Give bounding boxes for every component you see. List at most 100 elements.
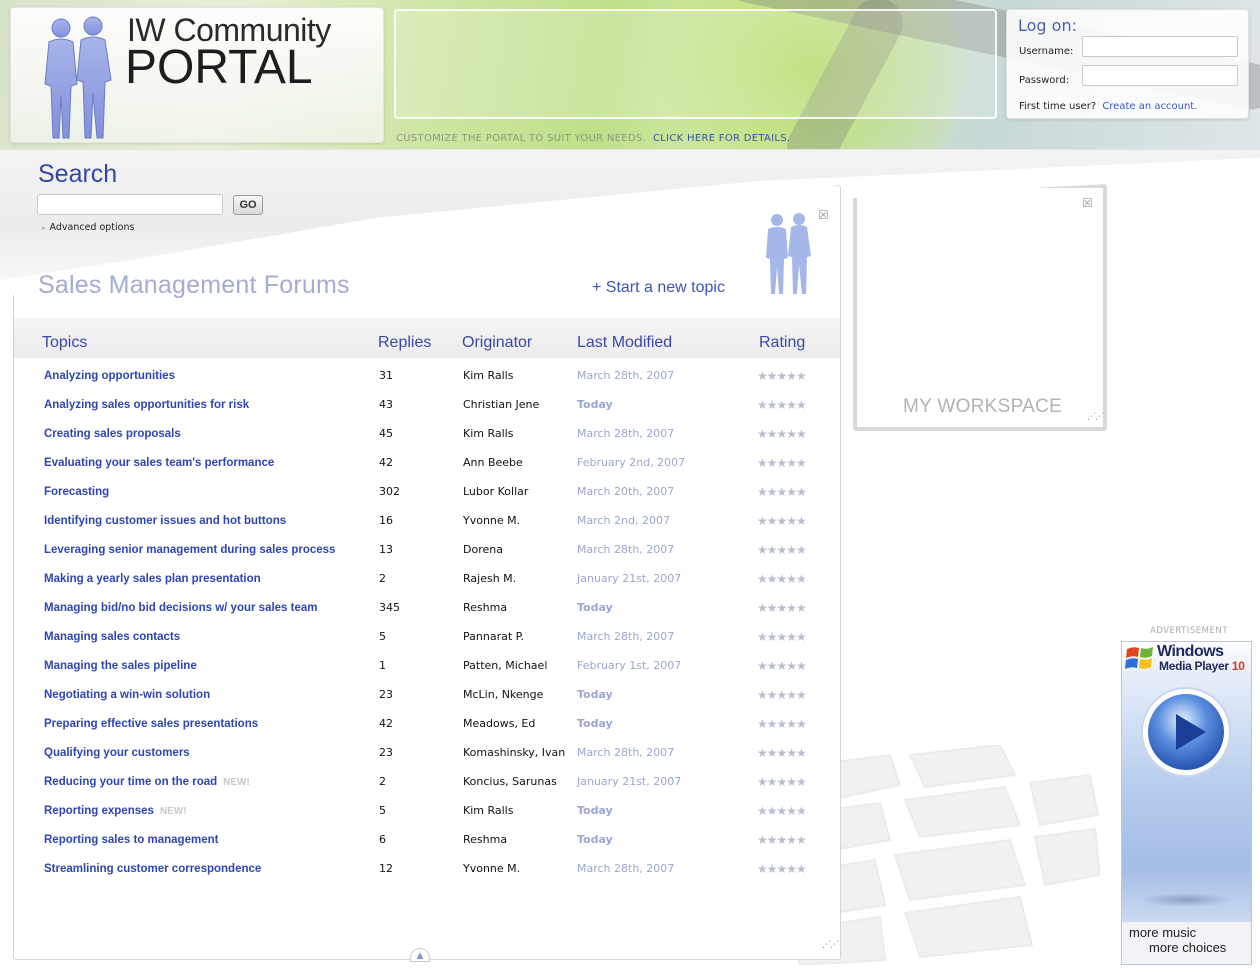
close-icon[interactable]: ☒ <box>818 208 829 222</box>
password-input[interactable] <box>1082 65 1238 86</box>
star-rating-icon[interactable]: ★★★★★ <box>757 832 807 848</box>
resize-grip-icon[interactable]: ⋰⋰ <box>822 940 839 950</box>
first-time-text: First time user? Create an account. <box>1019 101 1197 112</box>
topic-link[interactable]: Preparing effective sales presentations <box>44 716 258 732</box>
advanced-options-link[interactable]: ▹ Advanced options <box>42 222 134 233</box>
topic-link[interactable]: Reporting expenses NEW! <box>44 803 187 820</box>
column-header-originator[interactable]: Originator <box>462 334 532 352</box>
column-header-rating[interactable]: Rating <box>759 334 805 352</box>
column-header-topics[interactable]: Topics <box>42 334 87 352</box>
column-header-replies[interactable]: Replies <box>378 334 431 352</box>
topic-title: Reporting expenses <box>44 805 154 817</box>
topic-link[interactable]: Managing sales contacts <box>44 629 180 645</box>
replies-count: 2 <box>379 572 386 585</box>
topic-link[interactable]: Identifying customer issues and hot butt… <box>44 513 286 529</box>
topic-link[interactable]: Streamlining customer correspondence <box>44 861 261 877</box>
play-icon[interactable] <box>1140 686 1232 778</box>
star-rating-icon[interactable]: ★★★★★ <box>757 426 807 442</box>
replies-count: 6 <box>379 833 386 846</box>
promo-details-link[interactable]: CLICK HERE FOR DETAILS. <box>653 133 790 144</box>
go-button[interactable]: GO <box>233 195 263 215</box>
topic-link[interactable]: Evaluating your sales team's performance <box>44 455 274 471</box>
replies-count: 302 <box>379 485 400 498</box>
star-rating-icon[interactable]: ★★★★★ <box>757 745 807 761</box>
logo-title-line2: PORTAL <box>125 41 313 94</box>
star-rating-icon[interactable]: ★★★★★ <box>757 861 807 877</box>
topic-link[interactable]: Managing the sales pipeline <box>44 658 197 674</box>
ad-tagline-2: more choices <box>1149 940 1227 955</box>
promo-caption: CUSTOMIZE THE PORTAL TO SUIT YOUR NEEDS.… <box>396 133 790 144</box>
table-row: Identifying customer issues and hot butt… <box>0 513 840 542</box>
star-rating-icon[interactable]: ★★★★★ <box>757 571 807 587</box>
originator-name: Meadows, Ed <box>463 717 536 730</box>
topic-title: Leveraging senior management during sale… <box>44 544 336 556</box>
username-input[interactable] <box>1082 36 1238 57</box>
ad-brand-version: 10 <box>1231 659 1245 673</box>
star-rating-icon[interactable]: ★★★★★ <box>757 658 807 674</box>
table-row: Making a yearly sales plan presentation 2… <box>0 571 840 600</box>
topic-link[interactable]: Qualifying your customers <box>44 745 190 761</box>
topic-title: Managing sales contacts <box>44 631 181 643</box>
star-rating-icon[interactable]: ★★★★★ <box>757 455 807 471</box>
topic-title: Analyzing opportunities <box>44 370 175 382</box>
last-modified-date: March 2nd, 2007 <box>577 514 670 527</box>
star-rating-icon[interactable]: ★★★★★ <box>757 513 807 529</box>
topic-link[interactable]: Forecasting <box>44 484 109 500</box>
start-new-topic-link[interactable]: + Start a new topic <box>592 279 725 297</box>
last-modified-date: March 28th, 2007 <box>577 427 675 440</box>
star-rating-icon[interactable]: ★★★★★ <box>757 803 807 819</box>
topic-link[interactable]: Reducing your time on the road NEW! <box>44 774 250 791</box>
table-row: Managing the sales pipeline 1 Patten, Mich… <box>0 658 840 687</box>
star-rating-icon[interactable]: ★★★★★ <box>757 484 807 500</box>
star-rating-icon[interactable]: ★★★★★ <box>757 368 807 384</box>
search-input[interactable] <box>37 194 223 215</box>
close-icon[interactable]: ☒ <box>1082 196 1093 210</box>
originator-name: Dorena <box>463 543 503 556</box>
topic-link[interactable]: Managing bid/no bid decisions w/ your sa… <box>44 600 318 616</box>
topic-link[interactable]: Leveraging senior management during sale… <box>44 542 335 558</box>
topic-link[interactable]: Negotiating a win-win solution <box>44 687 210 703</box>
table-row: Evaluating your sales team's performance… <box>0 455 840 484</box>
column-header-last-modified[interactable]: Last Modified <box>577 334 672 352</box>
topic-link[interactable]: Creating sales proposals <box>44 426 181 442</box>
last-modified-date: March 28th, 2007 <box>577 369 675 382</box>
create-account-link[interactable]: Create an account. <box>1102 101 1197 112</box>
advertisement-label: ADVERTISEMENT <box>1150 626 1228 636</box>
topic-link[interactable]: Making a yearly sales plan presentation <box>44 571 261 587</box>
topic-link[interactable]: Analyzing sales opportunities for risk <box>44 397 249 413</box>
replies-count: 12 <box>379 862 393 875</box>
star-rating-icon[interactable]: ★★★★★ <box>757 629 807 645</box>
replies-count: 42 <box>379 456 393 469</box>
replies-count: 23 <box>379 688 393 701</box>
scroll-up-icon[interactable]: ▲ <box>410 948 430 962</box>
my-workspace-label: MY WORKSPACE <box>903 396 1063 417</box>
star-rating-icon[interactable]: ★★★★★ <box>757 600 807 616</box>
topic-title: Reporting sales to management <box>44 834 219 846</box>
forum-title: Sales Management Forums <box>38 271 350 299</box>
star-rating-icon[interactable]: ★★★★★ <box>757 774 807 790</box>
star-rating-icon[interactable]: ★★★★★ <box>757 397 807 413</box>
replies-count: 16 <box>379 514 393 527</box>
promo-banner[interactable] <box>394 9 997 119</box>
resize-grip-icon[interactable]: ⋰⋰ <box>1087 412 1104 422</box>
last-modified-date: Today <box>577 804 613 817</box>
topic-title: Forecasting <box>44 486 110 498</box>
star-rating-icon[interactable]: ★★★★★ <box>757 542 807 558</box>
login-title: Log on: <box>1018 16 1077 35</box>
originator-name: McLin, Nkenge <box>463 688 544 701</box>
topic-title: Preparing effective sales presentations <box>44 718 259 730</box>
topic-link[interactable]: Analyzing opportunities <box>44 368 175 384</box>
originator-name: Rajesh M. <box>463 572 517 585</box>
last-modified-date: January 21st, 2007 <box>577 572 682 585</box>
ad-brand-line2: Media Player 10 <box>1159 659 1245 673</box>
last-modified-date: Today <box>577 601 613 614</box>
last-modified-date: March 28th, 2007 <box>577 543 675 556</box>
replies-count: 2 <box>379 775 386 788</box>
star-rating-icon[interactable]: ★★★★★ <box>757 687 807 703</box>
replies-count: 345 <box>379 601 400 614</box>
topic-link[interactable]: Reporting sales to management <box>44 832 218 848</box>
topic-title: Analyzing sales opportunities for risk <box>44 399 250 411</box>
originator-name: Kim Ralls <box>463 427 514 440</box>
logo[interactable]: IW Community PORTAL <box>10 7 384 143</box>
star-rating-icon[interactable]: ★★★★★ <box>757 716 807 732</box>
